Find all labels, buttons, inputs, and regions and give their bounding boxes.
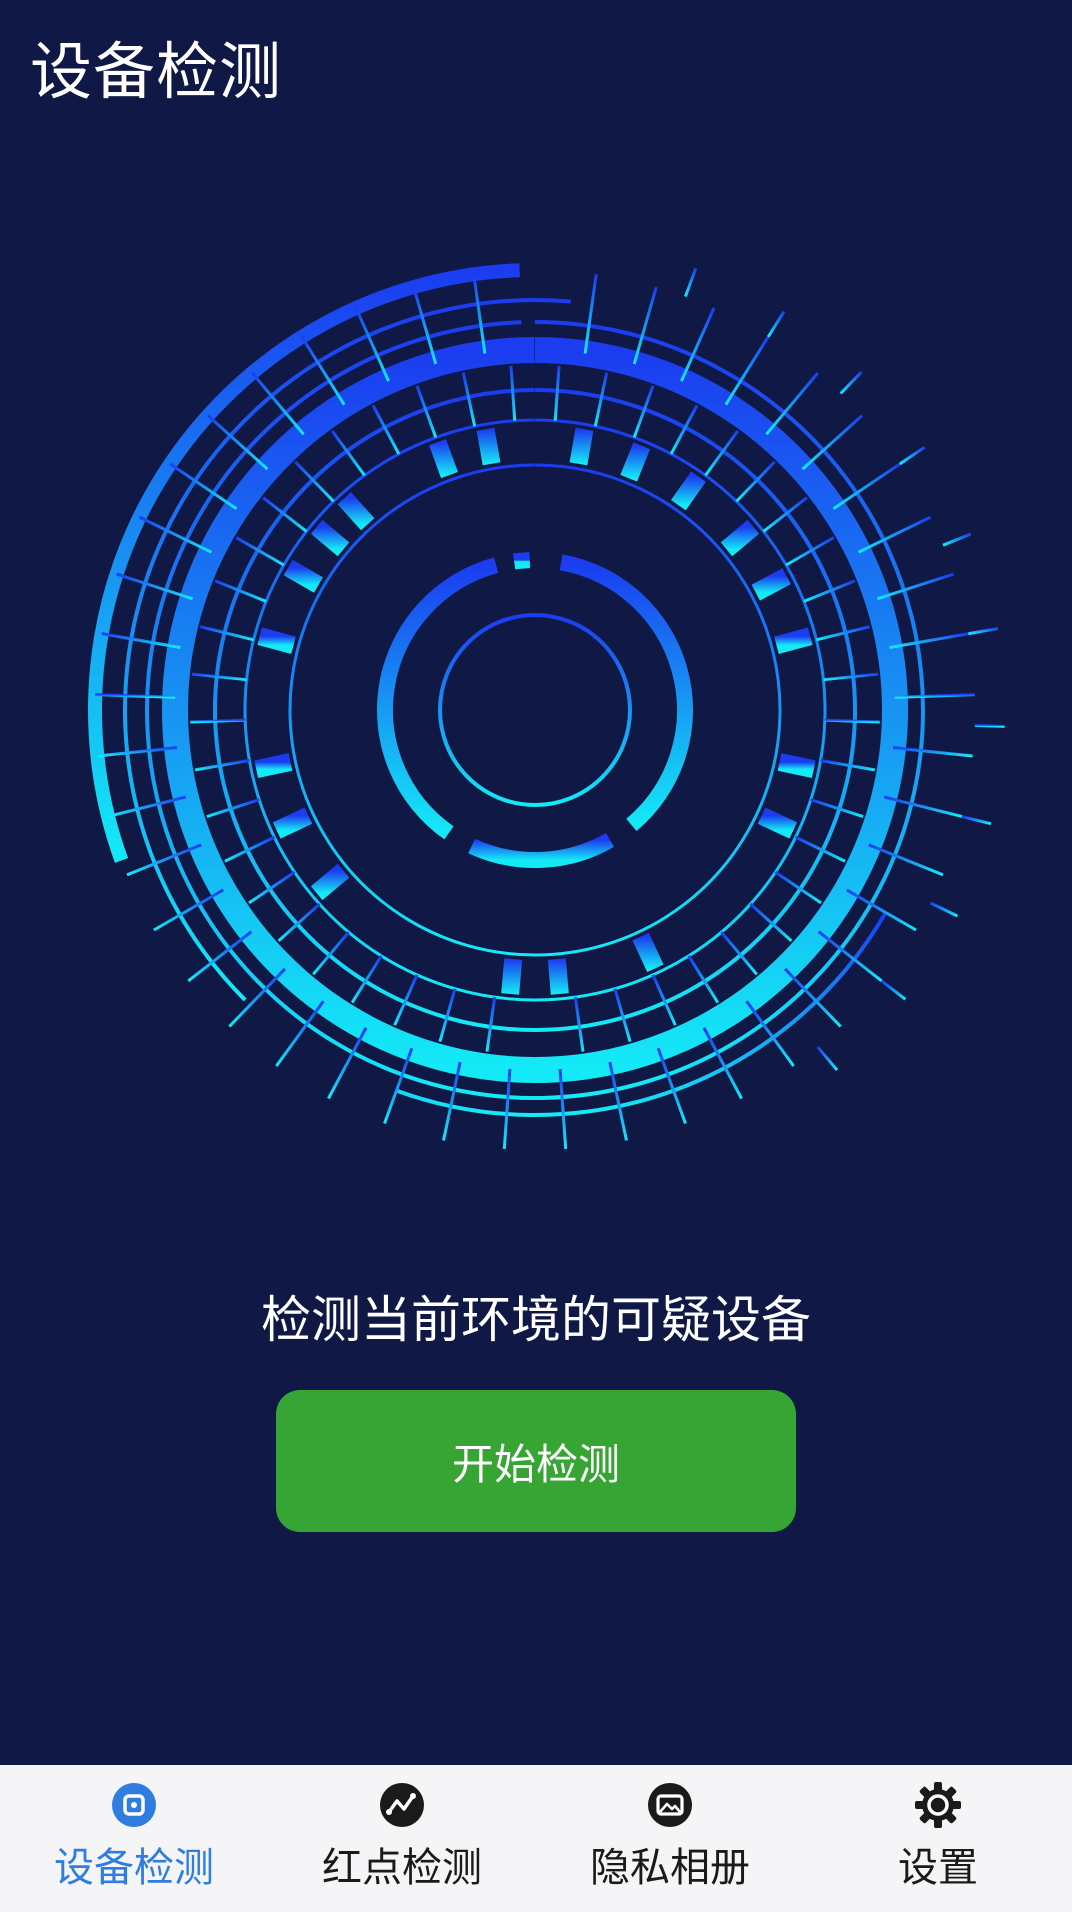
radial-tick	[745, 1000, 795, 1067]
outer-tick	[766, 310, 786, 338]
tab-label: 设置	[898, 1845, 978, 1891]
screen: 设备检测 检测当前环境的可疑设备 开始检测 设备检测 红点检测 隐私相册 设置	[0, 0, 1072, 1912]
radial-tick-inner	[485, 996, 497, 1052]
scanner-block	[569, 427, 594, 466]
radial-tick-inner	[194, 758, 250, 772]
outer-tick	[684, 267, 698, 298]
inner-segment	[513, 552, 531, 570]
radial-tick-inner	[785, 536, 835, 567]
outer-tick	[898, 445, 926, 466]
outer-tick	[880, 979, 907, 1001]
tab-red-dot-detect[interactable]: 红点检测	[268, 1765, 536, 1912]
radial-tick	[412, 286, 438, 365]
radial-tick-inner	[509, 365, 517, 421]
gear-icon	[915, 1782, 961, 1828]
tab-device-detect[interactable]: 设备检测	[0, 1765, 268, 1912]
device-detect-icon	[112, 1783, 156, 1827]
radial-tick-inner	[824, 718, 880, 724]
tab-label: 设备检测	[54, 1845, 214, 1891]
inner-circle	[438, 613, 632, 807]
scanner-block	[272, 807, 313, 839]
scanner-block	[777, 753, 816, 779]
radial-tick	[832, 462, 901, 510]
radial-tick	[883, 795, 963, 818]
radial-tick-inner	[350, 955, 383, 1004]
outer-tick	[816, 1046, 839, 1072]
radial-tick-inner	[262, 496, 308, 533]
radial-tick-inner	[762, 496, 808, 533]
scanner-block	[310, 519, 350, 557]
radial-tick	[680, 307, 716, 382]
radial-tick	[876, 572, 954, 601]
scanner-block	[310, 863, 350, 901]
inner-segment	[559, 554, 693, 832]
scanner-block	[620, 442, 651, 482]
radial-tick	[107, 795, 187, 818]
radial-tick	[608, 1061, 628, 1141]
tab-settings[interactable]: 设置	[804, 1765, 1072, 1912]
outer-tick	[942, 532, 972, 547]
start-detect-button[interactable]: 开始检测	[276, 1390, 796, 1532]
radial-tick-inner	[573, 996, 585, 1052]
radial-tick	[275, 1000, 325, 1067]
radial-tick-inner	[687, 955, 720, 1004]
inner-segment	[468, 832, 614, 868]
radial-tick-inner	[774, 870, 822, 905]
scanner-block	[337, 492, 375, 531]
scanner-block	[257, 627, 296, 654]
scanner-block	[751, 568, 791, 601]
outer-tick	[961, 814, 992, 826]
scanner-block	[476, 427, 501, 466]
ring-inner-thin	[212, 388, 857, 1032]
tab-label: 红点检测	[322, 1845, 482, 1891]
red-dot-detect-icon	[380, 1783, 424, 1827]
outer-tick	[968, 626, 999, 636]
radial-tick-inner	[331, 430, 366, 477]
private-album-icon	[648, 1783, 692, 1827]
radial-tick-inner	[235, 536, 285, 567]
scanner-block	[671, 471, 706, 511]
outer-tick	[929, 901, 959, 918]
radial-tick	[383, 1047, 414, 1124]
radial-tick	[857, 515, 932, 554]
bottom-tab-bar: 设备检测 红点检测 隐私相册 设置	[0, 1765, 1072, 1912]
radial-tick-inner	[823, 672, 879, 682]
radial-tick	[868, 843, 944, 877]
radial-tick-inner	[191, 672, 247, 682]
radial-tick-inner	[820, 758, 876, 772]
scanner-block	[501, 958, 523, 995]
scanner-block	[547, 958, 569, 995]
scanner-block	[254, 753, 293, 779]
tab-private-album[interactable]: 隐私相册	[536, 1765, 804, 1912]
scanner-block	[774, 627, 813, 654]
radial-tick-inner	[190, 718, 246, 724]
radial-tick	[138, 515, 213, 554]
scanner-block	[720, 519, 760, 557]
tab-label: 隐私相册	[590, 1845, 750, 1891]
detect-description: 检测当前环境的可疑设备	[261, 1291, 811, 1349]
scanner-block	[429, 439, 458, 479]
radial-tick	[327, 1027, 368, 1100]
outer-tick	[839, 370, 863, 395]
radial-tick-inner	[248, 870, 296, 905]
ring-inner-thin	[243, 418, 827, 1002]
page-title: 设备检测	[30, 35, 283, 108]
radial-tick	[442, 1061, 462, 1141]
ring-core	[288, 463, 782, 957]
scanner-block	[757, 807, 798, 839]
radial-tick	[116, 572, 194, 601]
radial-tick	[354, 307, 390, 382]
scanner-graphic	[60, 235, 1010, 1185]
radial-tick	[126, 843, 202, 877]
radial-tick-inner	[704, 430, 739, 477]
radial-tick	[632, 286, 658, 365]
scanner-block	[632, 932, 664, 973]
radar-scanner-icon	[88, 263, 1005, 1150]
scanner-block	[283, 559, 323, 593]
radial-tick-inner	[553, 365, 561, 421]
outer-tick	[974, 723, 1005, 728]
